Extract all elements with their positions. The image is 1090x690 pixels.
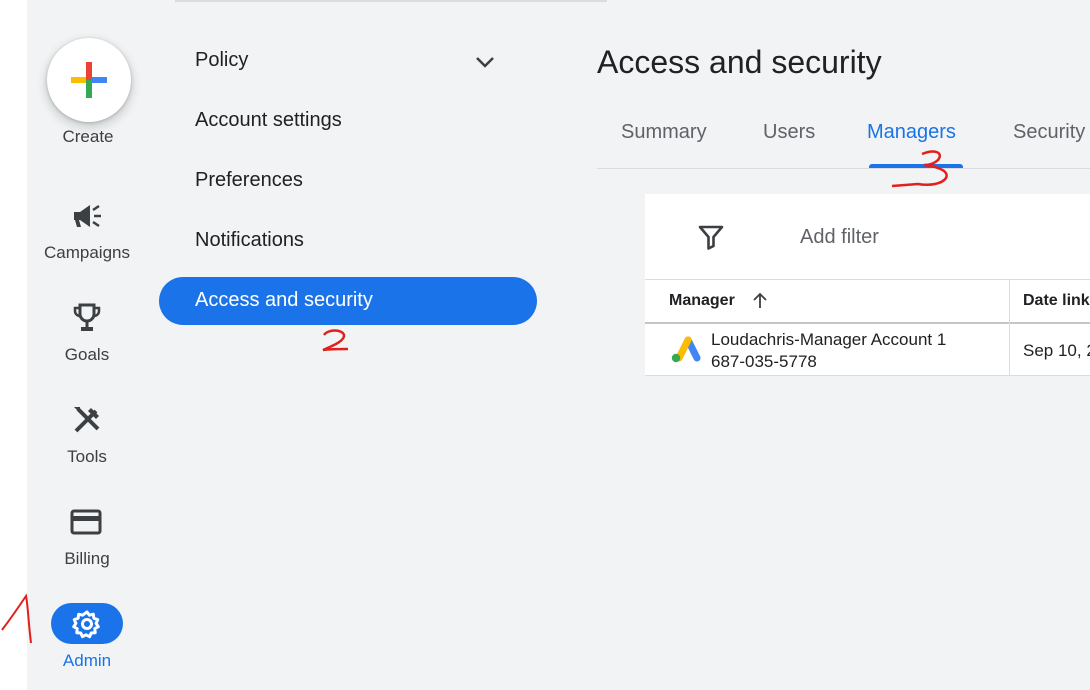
nav-item-policy[interactable]: Policy: [195, 49, 248, 72]
google-ads-logo-icon: [671, 336, 701, 363]
tab-managers[interactable]: Managers: [867, 121, 956, 144]
rail-label-goals[interactable]: Goals: [27, 345, 147, 365]
row-divider: [645, 375, 1090, 376]
gear-icon: [72, 610, 100, 639]
nav-item-label: Access and security: [195, 289, 373, 311]
managers-table-card: Add filter Manager Date linked Loudachri…: [645, 194, 1090, 376]
nav-item-preferences[interactable]: Preferences: [195, 169, 303, 192]
column-divider: [1009, 280, 1010, 376]
filter-icon[interactable]: [697, 223, 725, 251]
megaphone-icon[interactable]: [71, 202, 103, 230]
admin-button[interactable]: [51, 603, 123, 644]
nav-item-access-and-security[interactable]: Access and security: [159, 277, 537, 325]
tab-summary[interactable]: Summary: [621, 121, 707, 144]
manager-name[interactable]: Loudachris-Manager Account 1: [711, 330, 946, 350]
nav-item-notifications[interactable]: Notifications: [195, 229, 304, 252]
create-label: Create: [62, 127, 114, 146]
column-header-manager[interactable]: Manager: [669, 292, 735, 310]
app-window: Create Campaigns Goals Tools Billing Adm…: [27, 0, 1090, 690]
plus-icon: [71, 62, 107, 98]
chevron-down-icon[interactable]: [473, 50, 497, 74]
rail-label-admin[interactable]: Admin: [27, 651, 147, 671]
nav-item-account-settings[interactable]: Account settings: [195, 109, 342, 132]
rail-label-billing[interactable]: Billing: [27, 549, 147, 569]
rail-label-campaigns[interactable]: Campaigns: [27, 243, 147, 263]
page-title: Access and security: [597, 44, 882, 80]
sort-ascending-icon[interactable]: [752, 292, 768, 310]
create-button[interactable]: [47, 38, 131, 122]
credit-card-icon[interactable]: [70, 508, 102, 536]
manager-id: 687-035-5778: [711, 352, 817, 371]
date-linked-cell: Sep 10, 2024: [1023, 341, 1090, 360]
annotation-3: [891, 150, 948, 188]
column-header-date-linked[interactable]: Date linked: [1023, 292, 1090, 310]
rail-label-tools[interactable]: Tools: [27, 447, 147, 467]
tab-users[interactable]: Users: [763, 121, 815, 144]
tab-security[interactable]: Security: [1013, 121, 1085, 144]
annotation-1: [1, 593, 32, 644]
trophy-icon[interactable]: [71, 302, 103, 334]
top-divider: [175, 0, 607, 2]
add-filter-button[interactable]: Add filter: [800, 226, 879, 249]
annotation-2: [322, 329, 349, 352]
filter-divider: [645, 279, 1090, 280]
header-divider: [645, 322, 1090, 324]
tabs-divider: [597, 168, 1090, 169]
tools-icon[interactable]: [71, 404, 103, 436]
